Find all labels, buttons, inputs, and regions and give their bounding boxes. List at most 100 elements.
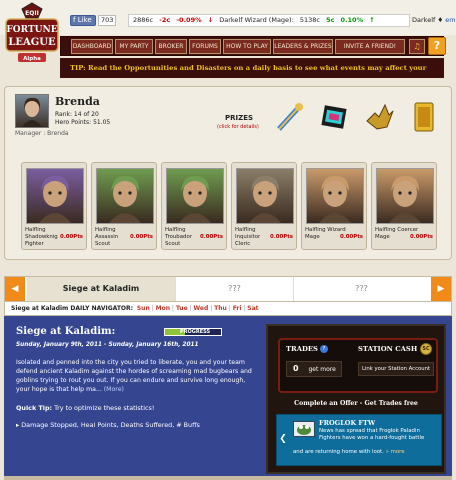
- link-station-account-button[interactable]: Link your Station Account: [358, 362, 434, 376]
- ticker-item: Darkelf Wizard (Mage):: [219, 16, 294, 24]
- facebook-like-button[interactable]: f Like: [70, 15, 96, 26]
- fortune-league-logo[interactable]: EQII FORTUNE LEAGUE Alpha: [4, 2, 60, 72]
- ticker-change: -2c: [159, 16, 171, 24]
- hero-portrait: [236, 168, 294, 224]
- hero-card[interactable]: Halfling Assassin Scout 0.00Pts: [91, 162, 157, 250]
- hero-portrait: [166, 168, 224, 224]
- trades-box: TRADES ? STATION CASH SC 0 get more Link…: [278, 338, 438, 393]
- avatar[interactable]: [15, 94, 49, 128]
- station-cash-coin-icon: SC: [420, 343, 432, 355]
- tab-siege-at-kaladim[interactable]: Siege at Kaladim: [27, 277, 175, 301]
- arrow-left-icon[interactable]: ◀: [5, 277, 25, 301]
- promo-text: News has spread that Froglok Paladin Fig…: [319, 428, 425, 441]
- hero-points-text: Hero Points: 51.05: [55, 119, 111, 126]
- get-more-link[interactable]: get more: [309, 366, 336, 373]
- event-info: Siege at Kaladim: PROGRESS Sunday, Janua…: [16, 324, 262, 468]
- nav-leaders-prizes[interactable]: LEADERS & PRIZES: [273, 39, 333, 54]
- ticker-change-2: 5c: [326, 16, 335, 24]
- event-dates: Sunday, January 9th, 2011 - Sunday, Janu…: [16, 342, 199, 348]
- logo-top-text: EQII: [25, 10, 39, 17]
- tip-bar: TIP: Read the Opportunities and Disaster…: [60, 58, 444, 78]
- ticker-change-2-pct: 0.10%: [340, 16, 364, 24]
- ticker-item-2: Darkelf: [412, 16, 436, 24]
- arrow-right-icon[interactable]: ▶: [431, 277, 451, 301]
- nav-broker[interactable]: BROKER: [155, 39, 187, 54]
- promo-more-link[interactable]: » more: [386, 449, 405, 455]
- day-sat[interactable]: Sat: [247, 305, 258, 312]
- day-tue[interactable]: Tue: [176, 305, 188, 312]
- daily-navigator-label: Siege at Kaladim DAILY NAVIGATOR:: [11, 305, 134, 312]
- bottom-border: [4, 476, 452, 480]
- nav-dashboard[interactable]: DASHBOARD: [71, 39, 113, 54]
- stats-bullet: ▸ Damage Stopped, Heal Points, Deaths Su…: [16, 421, 200, 429]
- day-fri[interactable]: Fri: [233, 305, 242, 312]
- quick-tip: Quick Tip: Try to optimize these statist…: [16, 404, 154, 412]
- logo-main-2: LEAGUE: [8, 37, 56, 48]
- trades-help-icon[interactable]: ?: [320, 345, 328, 353]
- event-description: Isolated and penned into the city you tr…: [16, 358, 252, 394]
- hero-card[interactable]: Halfling Inquisitor Cleric 0.00Pts: [231, 162, 297, 250]
- promo-text-2: and are returning home with loot. » more: [293, 449, 439, 456]
- price-ticker[interactable]: 2886c -2c -0.09% ↓ Darkelf Wizard (Mage)…: [128, 14, 410, 27]
- day-thu[interactable]: Thu: [214, 305, 227, 312]
- rank-text: Rank: 14 of 20: [55, 111, 99, 118]
- event-more-link[interactable]: (More): [104, 386, 124, 393]
- prize-creature-icon[interactable]: [365, 101, 395, 133]
- nav-my-party[interactable]: MY PARTY: [115, 39, 153, 54]
- hero-card[interactable]: Halfling Shadowknig Fighter 0.00Pts: [21, 162, 87, 250]
- nav-how-to-play[interactable]: HOW TO PLAY: [223, 39, 271, 54]
- event-description-text: Isolated and penned into the city you tr…: [16, 359, 252, 393]
- trades-count[interactable]: 0 get more: [286, 361, 342, 377]
- hero-card[interactable]: Halfling Coercer Mage 0.00Pts: [371, 162, 437, 250]
- event-progress-label: PROGRESS: [180, 329, 211, 335]
- main-nav: DASHBOARD MY PARTY BROKER FORUMS HOW TO …: [60, 36, 444, 56]
- complete-offer-link[interactable]: Complete an Offer - Get Trades free: [268, 400, 444, 407]
- prizes-details-link[interactable]: (click for details): [217, 124, 259, 130]
- day-mon[interactable]: Mon: [156, 305, 170, 312]
- hero-card[interactable]: Halfling Wizard Mage 0.00Pts: [301, 162, 367, 250]
- trades-panel: TRADES ? STATION CASH SC 0 get more Link…: [266, 324, 446, 474]
- hero-portrait: [306, 168, 364, 224]
- day-sun[interactable]: Sun: [137, 305, 150, 312]
- facebook-like-count: 703: [98, 15, 117, 26]
- speaker-icon[interactable]: ♫: [409, 39, 425, 54]
- prize-staff-icon[interactable]: [275, 101, 305, 133]
- daily-navigator: Siege at Kaladim DAILY NAVIGATOR: Sun | …: [4, 302, 452, 316]
- hero-points: 0.00Pts: [409, 234, 433, 240]
- manager-text: Manager : Brenda: [15, 130, 69, 137]
- nav-invite-friend[interactable]: INVITE A FRIEND!: [335, 39, 405, 54]
- hero-portrait: [96, 168, 154, 224]
- promo-prev-icon[interactable]: ❮: [279, 431, 287, 447]
- tab-unknown-1[interactable]: ???: [175, 277, 293, 301]
- prize-gem-icon[interactable]: [319, 101, 349, 133]
- help-button[interactable]: ?: [428, 37, 446, 55]
- hero-card[interactable]: Halfling Troubador Scout 0.00Pts: [161, 162, 227, 250]
- ticker-currency-2: 5138c: [299, 16, 320, 24]
- profile-panel: Brenda Rank: 14 of 20 Hero Points: 51.05…: [4, 86, 452, 260]
- crest-icon: ♦: [437, 16, 444, 24]
- hero-points: 0.00Pts: [59, 234, 83, 240]
- nav-forums[interactable]: FORUMS: [189, 39, 221, 54]
- embed-area: Darkelf ♦ embed: [412, 14, 456, 27]
- quick-tip-label: Quick Tip:: [16, 404, 53, 412]
- logo-main-1: FORTUNE: [6, 25, 57, 35]
- facebook-f-icon: f: [73, 16, 76, 24]
- hero-points: 0.00Pts: [129, 234, 153, 240]
- event-area: Siege at Kaladim: PROGRESS Sunday, Janua…: [4, 316, 452, 476]
- embed-link[interactable]: embed: [445, 16, 456, 24]
- tab-unknown-2[interactable]: ???: [293, 277, 429, 301]
- hero-points: 0.00Pts: [339, 234, 363, 240]
- ticker-down-arrow-icon: ↓: [207, 16, 214, 24]
- day-wed[interactable]: Wed: [194, 305, 209, 312]
- event-title: Siege at Kaladim:: [16, 326, 116, 337]
- event-tabs: ◀ Siege at Kaladim ??? ??? ▶: [4, 276, 452, 302]
- facebook-like-label: Like: [77, 16, 92, 24]
- froglok-icon: [293, 421, 315, 437]
- hero-points: 0.00Pts: [199, 234, 223, 240]
- promo-text-2-body: and are returning home with loot.: [293, 449, 384, 455]
- news-promo: ❮ FROGLOK FTW News has spread that Frogl…: [276, 414, 442, 466]
- promo-title: FROGLOK FTW: [319, 419, 376, 427]
- prize-card-icon[interactable]: [409, 101, 439, 133]
- hero-points: 0.00Pts: [269, 234, 293, 240]
- ticker-currency: 2886c: [133, 16, 154, 24]
